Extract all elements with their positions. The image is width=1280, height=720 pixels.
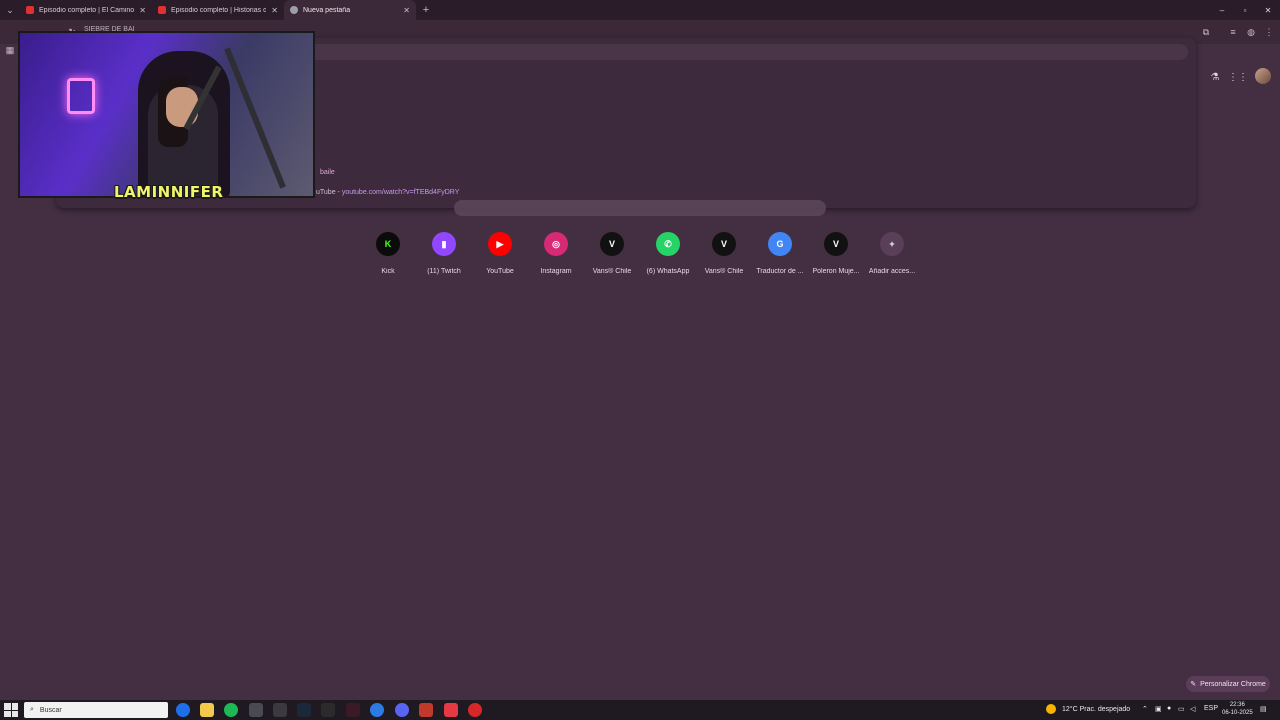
- suggestion-item[interactable]: baile: [320, 169, 335, 176]
- tab-title: Episodio completo | El Camino: [39, 6, 135, 14]
- shortcut-label: Poleron Muje...: [812, 268, 860, 275]
- browser-app-icon[interactable]: [370, 703, 384, 717]
- network-icon[interactable]: ▭: [1178, 705, 1185, 713]
- shortcuts-grid: K Kick ▮ (11) Twitch ▶ YouTube ◎ Instagram V Vans…: [360, 232, 920, 282]
- minimize-button[interactable]: –: [1210, 0, 1234, 20]
- suggestion-source: uTube -: [316, 189, 342, 196]
- tab-close-icon[interactable]: ✕: [139, 6, 146, 15]
- shortcut-icon: ◎: [544, 232, 568, 256]
- youtube-icon: [158, 6, 166, 14]
- shortcut-label: YouTube: [486, 268, 514, 275]
- terminal-icon[interactable]: [273, 703, 287, 717]
- tab-episodio-historias[interactable]: Episodio completo | Historias d ✕: [152, 0, 284, 20]
- file-explorer-icon[interactable]: [200, 703, 214, 717]
- streamer-logo: LAMINNIFER: [114, 183, 224, 201]
- webcam-overlay: [18, 31, 315, 198]
- tab-close-icon[interactable]: ✕: [403, 6, 410, 15]
- shortcut-tile[interactable]: K Kick: [360, 232, 416, 275]
- shortcut-icon: ▶: [488, 232, 512, 256]
- shortcut-icon: V: [600, 232, 624, 256]
- media-icon[interactable]: ≡: [1227, 26, 1239, 38]
- shortcut-tile[interactable]: G Traductor de ...: [752, 232, 808, 275]
- clock-time: 22:36: [1229, 702, 1245, 708]
- suggestion-url: youtube.com/watch?v=fTEBd4FyDRY: [341, 189, 460, 196]
- tray-chevron-up-icon[interactable]: ⌃: [1142, 705, 1148, 713]
- shortcut-tile[interactable]: V Vans® Chile: [584, 232, 640, 275]
- weather-widget[interactable]: 12°C Prac. despejado: [1046, 704, 1130, 714]
- tab-episodio-el-camino[interactable]: Episodio completo | El Camino ✕: [20, 0, 152, 20]
- volume-icon[interactable]: ◁: [1190, 705, 1195, 713]
- tab-title: Episodio completo | Historias d: [171, 6, 267, 14]
- mic-arm: [224, 47, 286, 189]
- app-icon[interactable]: [346, 703, 360, 717]
- discord-icon[interactable]: [395, 703, 409, 717]
- tab-strip: ⌄ Episodio completo | El Camino ✕ Episod…: [0, 0, 1280, 20]
- obs-icon[interactable]: [321, 703, 335, 717]
- youtube-icon: [26, 6, 34, 14]
- steam-icon[interactable]: [297, 703, 311, 717]
- customize-chrome-button[interactable]: ✎ Personalizar Chrome: [1186, 676, 1270, 692]
- microphone-icon[interactable]: ●: [1167, 705, 1171, 712]
- shortcut-label: Traductor de ...: [756, 268, 804, 275]
- ntp-search-box[interactable]: [454, 200, 826, 216]
- avatar[interactable]: [1255, 68, 1271, 84]
- shortcut-label: (11) Twitch: [427, 268, 461, 275]
- tab-nueva-pestana[interactable]: Nueva pestaña ✕: [284, 0, 416, 20]
- shortcut-icon: V: [824, 232, 848, 256]
- pencil-icon: ✎: [1190, 681, 1197, 688]
- shortcut-icon: K: [376, 232, 400, 256]
- shortcut-label: Añadir acces...: [868, 268, 916, 275]
- tray-app-icon[interactable]: ▣: [1155, 705, 1162, 713]
- copilot-icon[interactable]: [176, 703, 190, 717]
- shortcut-label: (6) WhatsApp: [646, 268, 690, 275]
- tab-search-chevron-icon[interactable]: ⌄: [0, 0, 20, 20]
- shortcut-label: Kick: [381, 268, 395, 275]
- windows-start-icon[interactable]: [4, 703, 18, 717]
- shortcut-tile[interactable]: ◎ Instagram: [528, 232, 584, 275]
- search-icon: ⌕: [30, 706, 34, 713]
- tab-close-icon[interactable]: ✕: [271, 6, 278, 15]
- shortcut-icon: G: [768, 232, 792, 256]
- shortcut-tile[interactable]: V Vans® Chile: [696, 232, 752, 275]
- weather-sun-icon: [1046, 704, 1056, 714]
- shortcut-label: Instagram: [540, 268, 572, 275]
- shortcut-tile[interactable]: ✆ (6) WhatsApp: [640, 232, 696, 275]
- shortcut-icon: +: [880, 232, 904, 256]
- clock[interactable]: 22:36 06-10-2025: [1222, 701, 1253, 717]
- taskbar-search[interactable]: ⌕ Buscar: [24, 702, 168, 718]
- extensions-icon[interactable]: ⧉: [1200, 26, 1212, 38]
- chrome-icon: [290, 6, 298, 14]
- clock-date: 06-10-2025: [1222, 710, 1253, 716]
- app-w-icon[interactable]: [444, 703, 458, 717]
- shortcut-tile[interactable]: V Poleron Muje...: [808, 232, 864, 275]
- apps-grid-icon[interactable]: ▦: [4, 44, 16, 56]
- weather-text: 12°C Prac. despejado: [1062, 705, 1131, 713]
- new-tab-plus-icon[interactable]: +: [416, 4, 436, 16]
- shortcut-label: Vans® Chile: [704, 268, 744, 275]
- neon-light: [67, 78, 95, 114]
- app-circle-icon[interactable]: [468, 703, 482, 717]
- shortcut-icon: ✆: [656, 232, 680, 256]
- language-indicator[interactable]: ESP: [1204, 705, 1218, 712]
- shortcut-icon: V: [712, 232, 736, 256]
- chrome-taskbar-icon[interactable]: [249, 703, 263, 717]
- shortcut-tile[interactable]: ▶ YouTube: [472, 232, 528, 275]
- close-window-button[interactable]: ✕: [1256, 0, 1280, 20]
- tab-title: Nueva pestaña: [303, 6, 351, 14]
- menu-icon[interactable]: ⋮: [1263, 26, 1275, 38]
- spotify-icon[interactable]: [224, 703, 238, 717]
- suggestion-item[interactable]: uTube - youtube.com/watch?v=fTEBd4FyDRY: [316, 189, 459, 196]
- labs-flask-icon[interactable]: ⚗: [1208, 70, 1222, 84]
- profile-icon[interactable]: ◍: [1245, 26, 1257, 38]
- google-apps-icon[interactable]: ⋮⋮: [1228, 70, 1248, 84]
- shortcut-tile[interactable]: ▮ (11) Twitch: [416, 232, 472, 275]
- notifications-icon[interactable]: ▤: [1260, 705, 1267, 713]
- shortcut-icon: ▮: [432, 232, 456, 256]
- shortcut-tile[interactable]: + Añadir acces...: [864, 232, 920, 275]
- calendar-app-icon[interactable]: [419, 703, 433, 717]
- customize-label: Personalizar Chrome: [1200, 680, 1266, 688]
- maximize-button[interactable]: ▫: [1233, 0, 1257, 20]
- shortcut-label: Vans® Chile: [592, 268, 632, 275]
- search-placeholder: Buscar: [39, 706, 62, 714]
